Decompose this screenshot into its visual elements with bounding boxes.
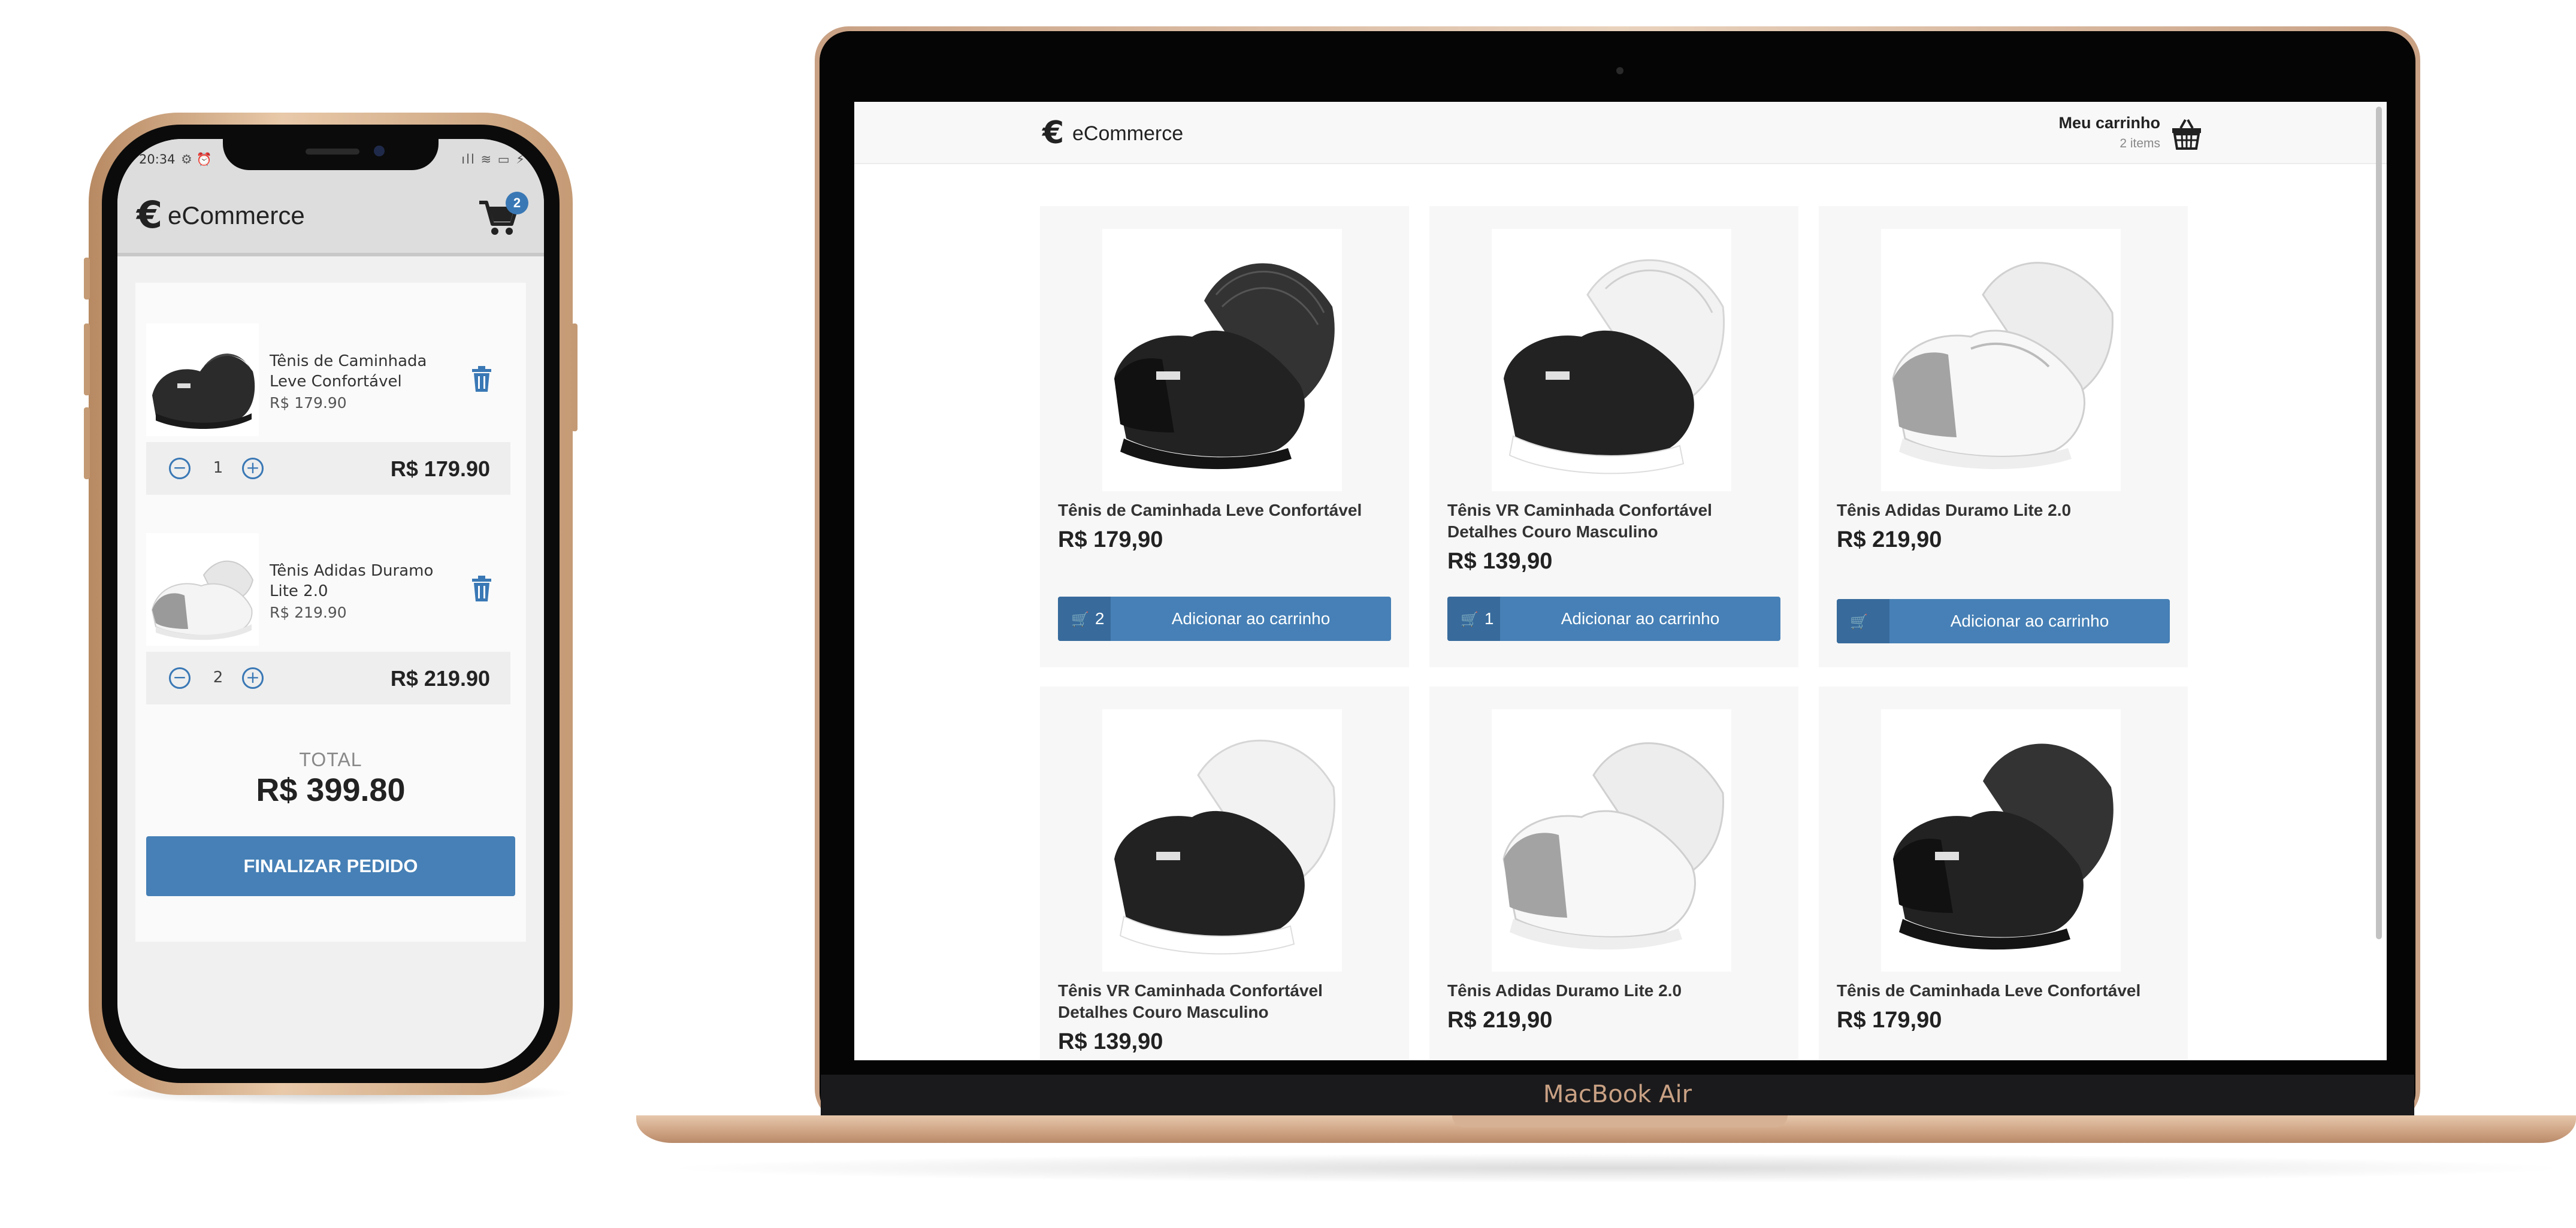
cart-small-icon: 🛒 <box>1071 611 1089 628</box>
cart-small-icon: 🛒 <box>1850 613 1868 630</box>
cart-item-name: Tênis de Caminhada Leve Confortável <box>270 352 427 391</box>
laptop-opening-notch <box>1452 1115 1788 1127</box>
logo-text[interactable]: eCommerce <box>168 201 305 230</box>
status-time: 20:34 <box>139 152 176 167</box>
product-price: R$ 179,90 <box>1837 1008 1942 1033</box>
cart-count-chip: 🛒 2 <box>1058 597 1111 641</box>
laptop-camera <box>1616 67 1623 74</box>
cart-count-badge: 2 <box>506 192 528 214</box>
product-card: Tênis de Caminhada Leve Confortável R$ 1… <box>1040 206 1409 667</box>
euro-logo-icon[interactable]: € <box>137 193 162 237</box>
euro-logo-icon[interactable]: € <box>1042 115 1064 151</box>
product-name[interactable]: Tênis de Caminhada Leve Confortável <box>1837 980 2172 1002</box>
cart-small-icon: 🛒 <box>1461 611 1479 628</box>
cart-item-unit-price: R$ 179.90 <box>270 394 347 412</box>
laptop-brand-label: MacBook Air <box>1543 1081 1692 1108</box>
laptop-shadow <box>659 1153 2576 1183</box>
phone-button-volume-down <box>84 407 90 479</box>
page-scrollbar[interactable] <box>2376 107 2382 939</box>
add-to-cart-label: Adicionar ao carrinho <box>1561 609 1720 628</box>
phone-button-mute <box>84 258 90 300</box>
phone-speaker <box>306 149 359 155</box>
product-price: R$ 179,90 <box>1058 527 1163 552</box>
product-name[interactable]: Tênis VR Caminhada Confortável Detalhes … <box>1058 980 1393 1023</box>
cart-item-name: Tênis Adidas Duramo Lite 2.0 <box>270 562 434 600</box>
my-cart-link[interactable]: Meu carrinho <box>1998 114 2160 132</box>
product-card: Tênis Adidas Duramo Lite 2.0 R$ 219,90 <box>1429 686 1798 1060</box>
plus-icon[interactable]: + <box>242 667 264 689</box>
product-image[interactable] <box>1102 229 1342 491</box>
product-card: Tênis VR Caminhada Confortável Detalhes … <box>1429 206 1798 667</box>
phone-button-volume-up <box>84 323 90 395</box>
product-image[interactable] <box>1881 709 2121 972</box>
quantity-row: − 1 + R$ 179.90 <box>146 442 510 495</box>
trash-icon[interactable] <box>470 365 494 393</box>
line-total: R$ 179.90 <box>390 456 490 481</box>
product-image[interactable] <box>1492 709 1731 972</box>
minus-icon[interactable]: − <box>169 667 191 689</box>
phone-button-power <box>572 323 578 431</box>
product-price: R$ 139,90 <box>1447 549 1553 574</box>
total-label: TOTAL <box>299 749 362 770</box>
product-card: Tênis Adidas Duramo Lite 2.0 R$ 219,90 🛒… <box>1819 206 2188 667</box>
phone-screen: 20:34 ⚙ ⏰ ıll ≋ ▭ ⚡ € eCommerce 2 Tênis … <box>117 139 544 1069</box>
product-image[interactable] <box>1102 709 1342 972</box>
trash-icon[interactable] <box>470 575 494 603</box>
status-right-icons: ıll ≋ ▭ ⚡ <box>461 152 526 167</box>
product-name[interactable]: Tênis de Caminhada Leve Confortável <box>1058 500 1393 521</box>
plus-icon[interactable]: + <box>242 458 264 479</box>
in-cart-count: 1 <box>1484 609 1494 628</box>
add-to-cart-label: Adicionar ao carrinho <box>1171 609 1331 628</box>
quantity-value: 2 <box>213 669 223 686</box>
basket-icon[interactable] <box>2170 117 2203 151</box>
checkout-button[interactable]: FINALIZAR PEDIDO <box>146 836 515 896</box>
cart-item-thumbnail <box>146 533 259 646</box>
product-card: Tênis de Caminhada Leve Confortável R$ 1… <box>1819 686 2188 1060</box>
status-left-icons: ⚙ ⏰ <box>181 152 212 167</box>
product-price: R$ 219,90 <box>1837 527 1942 552</box>
in-cart-count: 2 <box>1095 609 1105 628</box>
add-to-cart-button[interactable]: 🛒 1 Adicionar ao carrinho <box>1447 597 1780 641</box>
laptop-screen: € eCommerce Meu carrinho 2 items Tênis d… <box>854 102 2387 1060</box>
logo-text[interactable]: eCommerce <box>1072 122 1183 146</box>
add-to-cart-button[interactable]: 🛒 2 Adicionar ao carrinho <box>1058 597 1391 641</box>
quantity-row: − 2 + R$ 219.90 <box>146 652 510 704</box>
cart-panel: Tênis de Caminhada Leve Confortável R$ 1… <box>135 283 526 942</box>
product-name[interactable]: Tênis Adidas Duramo Lite 2.0 <box>1837 500 2172 521</box>
add-to-cart-label: Adicionar ao carrinho <box>1950 612 2109 630</box>
quantity-value: 1 <box>213 459 223 477</box>
cart-count-chip: 🛒 1 <box>1447 597 1500 641</box>
cart-items-count: 2 items <box>2120 137 2160 150</box>
app-header: € eCommerce <box>117 175 544 256</box>
product-price: R$ 219,90 <box>1447 1008 1553 1033</box>
product-card: Tênis VR Caminhada Confortável Detalhes … <box>1040 686 1409 1060</box>
add-to-cart-button[interactable]: 🛒 Adicionar ao carrinho <box>1837 599 2170 643</box>
product-name[interactable]: Tênis Adidas Duramo Lite 2.0 <box>1447 980 1783 1002</box>
cart-item-unit-price: R$ 219.90 <box>270 604 347 621</box>
line-total: R$ 219.90 <box>390 666 490 691</box>
product-image[interactable] <box>1492 229 1731 491</box>
product-image[interactable] <box>1881 229 2121 491</box>
product-price: R$ 139,90 <box>1058 1029 1163 1054</box>
total-value: R$ 399.80 <box>256 772 406 808</box>
minus-icon[interactable]: − <box>169 458 191 479</box>
product-name[interactable]: Tênis VR Caminhada Confortável Detalhes … <box>1447 500 1783 543</box>
phone-notch <box>223 139 439 170</box>
navbar: € eCommerce Meu carrinho 2 items <box>854 102 2387 164</box>
phone-camera <box>374 146 385 156</box>
cart-item-thumbnail <box>146 323 259 436</box>
cart-count-chip: 🛒 <box>1837 599 1889 643</box>
